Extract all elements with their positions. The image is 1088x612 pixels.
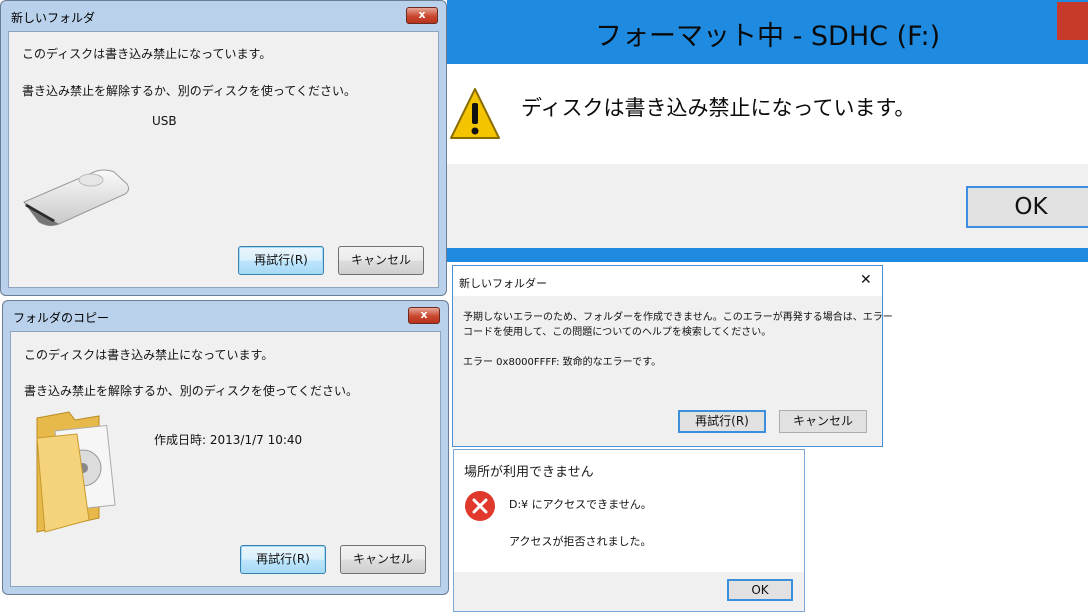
ok-button[interactable]: OK <box>727 579 793 601</box>
message-line-1: このディスクは書き込み禁止になっています。 <box>22 47 272 61</box>
cancel-button[interactable]: キャンセル <box>779 410 867 433</box>
ok-button[interactable]: OK <box>966 186 1088 228</box>
folder-icon <box>36 411 116 533</box>
message-line-2: 書き込み禁止を解除するか、別のディスクを使ってください。 <box>22 84 356 98</box>
warning-icon <box>450 88 500 139</box>
dialog-location-unavailable: 場所が利用できません D:¥ にアクセスできません。 アクセスが拒否されました。… <box>453 449 805 612</box>
device-label: USB <box>152 114 177 128</box>
retry-button[interactable]: 再試行(R) <box>238 246 324 275</box>
message-line-2: コードを使用して、この問題についてのヘルプを検索してください。 <box>463 327 772 338</box>
dialog-new-folder-error: 新しいフォルダー ✕ 予期しないエラーのため、フォルダーを作成できません。このエ… <box>452 265 893 447</box>
dialog-client: このディスクは書き込み禁止になっています。 書き込み禁止を解除するか、別のディス… <box>10 331 441 587</box>
dialog-title: フォーマット中 - SDHC (F:) <box>595 21 941 52</box>
retry-button[interactable]: 再試行(R) <box>240 545 326 574</box>
dialog-copy-folder: フォルダのコピー x このディスクは書き込み禁止になっています。 書き込み禁止を… <box>2 300 449 595</box>
close-button[interactable] <box>1057 2 1088 40</box>
close-button[interactable]: x <box>408 307 440 324</box>
dialog-title: 新しいフォルダ <box>11 11 96 25</box>
created-date: 作成日時: 2013/1/7 10:40 <box>154 433 303 447</box>
dialog-title: 新しいフォルダー <box>459 277 547 290</box>
retry-button[interactable]: 再試行(R) <box>678 410 766 433</box>
dialog-body: 予期しないエラーのため、フォルダーを作成できません。このエラーが再発する場合は、… <box>453 296 893 446</box>
close-button[interactable]: x <box>406 7 438 24</box>
dialog-client: このディスクは書き込み禁止になっています。 書き込み禁止を解除するか、別のディス… <box>8 31 439 288</box>
message-line-2: 書き込み禁止を解除するか、別のディスクを使ってください。 <box>24 384 358 398</box>
error-code: エラー 0x8000FFFF: 致命的なエラーです。 <box>463 357 662 368</box>
dialog-footer: OK <box>454 572 804 611</box>
cancel-button[interactable]: キャンセル <box>340 545 426 574</box>
dialog-footer: OK <box>447 164 1088 248</box>
dialog-body: ディスクは書き込み禁止になっています。 <box>447 64 1088 164</box>
dialog-format: フォーマット中 - SDHC (F:) ディスクは書き込み禁止になっています。 … <box>447 0 1088 262</box>
message: ディスクは書き込み禁止になっています。 <box>521 96 916 120</box>
cancel-button[interactable]: キャンセル <box>338 246 424 275</box>
error-icon <box>465 491 495 521</box>
usb-drive-icon <box>23 169 130 227</box>
dialog-title: 場所が利用できません <box>464 465 594 480</box>
message-line-1: D:¥ にアクセスできません。 <box>509 498 652 511</box>
dialog-new-folder-usb: 新しいフォルダ x このディスクは書き込み禁止になっています。 書き込み禁止を解… <box>0 0 447 296</box>
message-line-1: 予期しないエラーのため、フォルダーを作成できません。このエラーが再発する場合は、… <box>463 312 893 323</box>
message-line-2: アクセスが拒否されました。 <box>509 535 652 548</box>
close-icon[interactable]: ✕ <box>860 272 872 288</box>
dialog-title: フォルダのコピー <box>13 311 110 325</box>
message-line-1: このディスクは書き込み禁止になっています。 <box>24 348 274 362</box>
